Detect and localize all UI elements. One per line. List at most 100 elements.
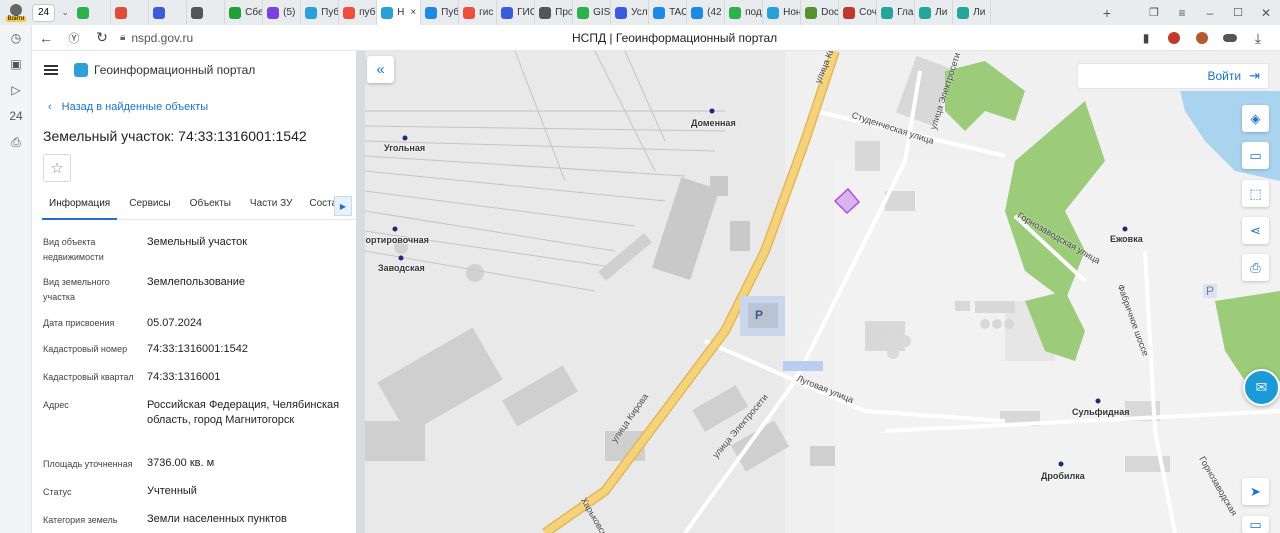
tab-favicon-icon <box>425 6 438 19</box>
menu-icon[interactable]: ≡ <box>1168 6 1196 20</box>
tab-favicon-icon <box>115 6 128 19</box>
geolocation-icon[interactable]: ➤ <box>1242 478 1269 505</box>
station-label-ezhovka: Ежовка <box>1110 234 1143 244</box>
close-window-icon[interactable]: ✕ <box>1252 6 1280 20</box>
browser-tab[interactable]: под <box>725 0 764 25</box>
window-collection-icon[interactable]: ❐ <box>1140 6 1168 19</box>
minimize-icon[interactable]: – <box>1196 6 1224 20</box>
tab-label: Сбе <box>245 7 264 18</box>
panel-scrollbar[interactable] <box>356 51 365 533</box>
browser-tab[interactable]: ГИС <box>497 0 536 25</box>
profile-avatar-icon <box>10 3 22 16</box>
favorite-star-icon[interactable]: ☆ <box>43 154 71 182</box>
url-text[interactable]: nspd.gov.ru <box>131 31 193 45</box>
tab-favicon-icon <box>653 6 666 19</box>
row-value-land-type: Землепользование <box>147 276 246 288</box>
browser-tab[interactable]: (42 <box>687 0 726 25</box>
browser-tab[interactable]: Doc <box>801 0 840 25</box>
browser-tab[interactable]: Сбе <box>225 0 264 25</box>
tab-close-icon[interactable]: × <box>410 7 416 18</box>
lock-icon: 🔒︎ <box>120 32 126 43</box>
history-clock-icon[interactable]: ◷ <box>0 25 32 51</box>
object-title: Земельный участок: 74:33:1316001:1542 <box>43 128 307 144</box>
tab-favicon-icon <box>957 6 970 19</box>
browser-tab[interactable]: Н × <box>377 0 422 25</box>
browser-tab[interactable]: (5) <box>263 0 302 25</box>
area-select-icon[interactable]: ⬚ <box>1242 180 1269 207</box>
row-label-area: Площадь уточненная <box>43 459 133 469</box>
layers-icon[interactable]: ◈ <box>1242 105 1269 132</box>
browser-tab[interactable]: Пуб <box>301 0 340 25</box>
tab-services[interactable]: Сервисы <box>117 192 177 220</box>
extension-2-icon[interactable] <box>1188 25 1216 51</box>
browser-tab[interactable]: гис <box>459 0 498 25</box>
tab-list-chevron-icon[interactable]: ⌄ <box>57 4 73 22</box>
tab-favicon-icon <box>343 6 356 19</box>
tab-label: Н <box>397 7 405 18</box>
ruler-icon[interactable]: ▭ <box>1242 142 1269 169</box>
tab-parts[interactable]: Части ЗУ <box>238 192 299 220</box>
row-value-object-type: Земельный участок <box>147 236 248 248</box>
download-icon[interactable]: ⤓ <box>1244 25 1272 51</box>
tab-label: TAC <box>669 7 688 18</box>
tab-favicon-icon <box>463 6 476 19</box>
tab-favicon-icon <box>691 6 704 19</box>
reload-icon[interactable]: ↻ <box>88 25 116 51</box>
map-tool-bottom-icon[interactable]: ▭ <box>1242 516 1269 533</box>
tab-label: Соч <box>859 7 877 18</box>
extension-3-icon[interactable] <box>1216 25 1244 51</box>
share-icon[interactable]: ⋖ <box>1242 217 1269 244</box>
browser-tab[interactable] <box>149 0 188 25</box>
tab-favicon-icon <box>539 6 552 19</box>
profile-button[interactable]: Войти <box>0 0 32 25</box>
browser-tab[interactable] <box>73 0 112 25</box>
back-to-results-link[interactable]: ‹ Назад в найденные объекты <box>48 101 208 113</box>
parking-marker-icon: P <box>755 308 764 322</box>
portal-header: Геоинформационный портал <box>44 63 255 77</box>
browser-tab[interactable]: Пуб <box>421 0 460 25</box>
tabs-scroll-right-icon[interactable]: ▶ <box>334 196 352 216</box>
news-24-icon[interactable]: 24 <box>0 103 32 129</box>
yandex-icon[interactable]: Ⓨ <box>60 25 88 51</box>
browser-tab[interactable] <box>111 0 150 25</box>
row-value-address: Российская Федерация, Челябинская област… <box>147 399 340 426</box>
media-play-icon[interactable]: ▷ <box>0 77 32 103</box>
print-icon[interactable]: ⎙ <box>1242 254 1269 281</box>
browser-tab[interactable]: Гла <box>877 0 916 25</box>
browser-tab[interactable] <box>187 0 226 25</box>
row-value-date: 05.07.2024 <box>147 317 203 329</box>
parking-marker-icon-2: P <box>1203 284 1218 298</box>
tab-favicon-icon <box>305 6 318 19</box>
browser-tab[interactable]: Про <box>535 0 574 25</box>
browser-tab[interactable]: Ли <box>915 0 954 25</box>
browser-tab[interactable]: Соч <box>839 0 878 25</box>
browser-tab[interactable]: GIS <box>573 0 612 25</box>
screenshot-icon[interactable]: ⎙ <box>0 129 32 155</box>
row-value-cadastral-number: 74:33:1316001:1542 <box>147 343 248 355</box>
browser-tab[interactable]: Усл <box>611 0 650 25</box>
station-label-ugolnaya: Угольная <box>384 143 426 153</box>
address-bar: ← Ⓨ ↻ 🔒︎ nspd.gov.ru НСПД | Геоинформаци… <box>32 25 1280 51</box>
back-arrow-icon[interactable]: ← <box>32 25 60 51</box>
tab-information[interactable]: Информация <box>42 192 118 220</box>
extension-1-icon[interactable] <box>1160 25 1188 51</box>
collapse-panel-icon[interactable]: « <box>367 56 394 83</box>
login-button[interactable]: Войти ⇥ <box>1077 63 1269 89</box>
browser-tab[interactable]: пуб <box>339 0 378 25</box>
browser-tab[interactable]: Нон <box>763 0 802 25</box>
browser-tab[interactable]: Ли <box>953 0 992 25</box>
bookmark-icon[interactable]: ▮ <box>1132 25 1160 51</box>
map-canvas[interactable]: улица Кирова Студенческая улица улица Эл… <box>365 51 1280 533</box>
hamburger-menu-icon[interactable] <box>44 65 58 75</box>
tab-label: пуб <box>359 7 376 18</box>
tab-label: Пуб <box>441 7 460 18</box>
browser-tab[interactable]: TAC <box>649 0 688 25</box>
collections-icon[interactable]: ▣ <box>0 51 32 77</box>
tab-favicon-icon <box>615 6 628 19</box>
chat-assistant-icon[interactable]: ✉ <box>1243 369 1280 406</box>
maximize-icon[interactable]: ☐ <box>1224 6 1252 19</box>
tab-objects[interactable]: Объекты <box>178 192 238 220</box>
new-tab-plus-icon[interactable]: + <box>1094 5 1120 21</box>
tab-counter[interactable]: 24 <box>32 3 56 22</box>
tab-favicon-icon <box>577 6 590 19</box>
